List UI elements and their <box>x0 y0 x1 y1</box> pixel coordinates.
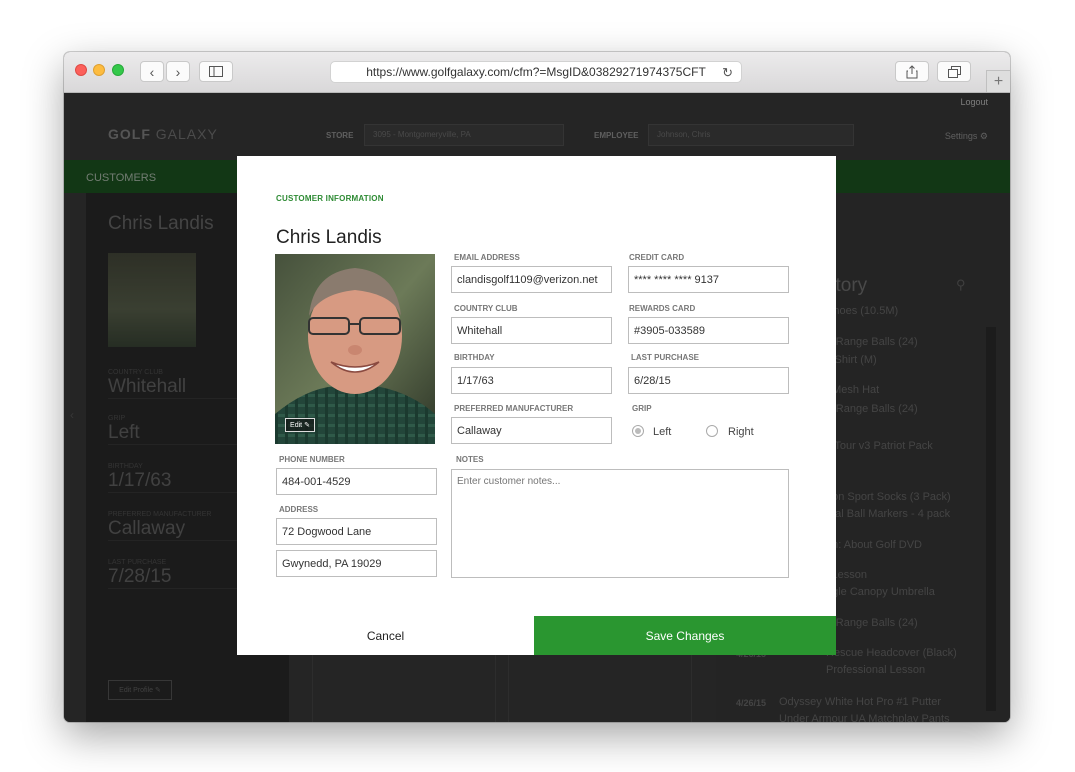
share-icon <box>906 64 918 78</box>
new-tab-button[interactable]: + <box>986 70 1010 92</box>
share-button[interactable] <box>895 61 929 82</box>
pencil-icon: ✎ <box>304 422 310 429</box>
grip-label: GRIP <box>632 404 652 413</box>
tabs-icon <box>947 65 961 78</box>
tabs-button[interactable] <box>937 61 971 82</box>
reload-icon[interactable]: ↻ <box>722 65 733 81</box>
address-label: ADDRESS <box>279 505 319 514</box>
sidebar-icon <box>209 66 223 77</box>
section-title: CUSTOMER INFORMATION <box>276 194 384 203</box>
forward-button[interactable]: › <box>166 61 190 82</box>
phone-field[interactable]: 484-001-4529 <box>276 468 437 495</box>
country-club-label: COUNTRY CLUB <box>454 304 518 313</box>
rewards-card-field[interactable]: #3905-033589 <box>628 317 789 344</box>
customer-photo: Edit ✎ <box>275 254 435 444</box>
save-changes-button[interactable]: Save Changes <box>534 616 836 655</box>
notes-textarea[interactable] <box>451 469 789 578</box>
last-purchase-field[interactable]: 6/28/15 <box>628 367 789 394</box>
credit-card-label: CREDIT CARD <box>629 253 685 262</box>
chevron-left-icon: ‹ <box>149 63 155 80</box>
cancel-button[interactable]: Cancel <box>237 616 534 655</box>
url-text: https://www.golfgalaxy.com/cfm?=MsgID&03… <box>366 65 706 79</box>
birthday-field[interactable]: 1/17/63 <box>451 367 612 394</box>
email-label: EMAIL ADDRESS <box>454 253 520 262</box>
minimize-window-button[interactable] <box>93 64 105 76</box>
address-bar[interactable]: https://www.golfgalaxy.com/cfm?=MsgID&03… <box>330 61 742 83</box>
manufacturer-label: PREFERRED MANUFACTURER <box>454 404 574 413</box>
last-purchase-label: LAST PURCHASE <box>631 353 700 362</box>
browser-window: ‹ › https://www.golfgalaxy.com/cfm?=MsgI… <box>64 52 1010 722</box>
notes-label: NOTES <box>456 455 484 464</box>
birthday-label: BIRTHDAY <box>454 353 495 362</box>
rewards-card-label: REWARDS CARD <box>629 304 696 313</box>
email-field[interactable]: clandisgolf1109@verizon.net <box>451 266 612 293</box>
sidebar-toggle-button[interactable] <box>199 61 233 82</box>
credit-card-field[interactable]: **** **** **** 9137 <box>628 266 789 293</box>
browser-titlebar: ‹ › https://www.golfgalaxy.com/cfm?=MsgI… <box>64 52 1010 93</box>
country-club-field[interactable]: Whitehall <box>451 317 612 344</box>
customer-portrait <box>275 254 435 444</box>
app-page: Logout GOLF GALAXY STORE 3095 - Montgome… <box>64 93 1010 722</box>
manufacturer-field[interactable]: Callaway <box>451 417 612 444</box>
chevron-right-icon: › <box>175 63 181 80</box>
customer-name: Chris Landis <box>276 227 382 248</box>
grip-left-label[interactable]: Left <box>653 426 671 438</box>
address-line1-field[interactable]: 72 Dogwood Lane <box>276 518 437 545</box>
grip-right-radio[interactable] <box>706 425 718 437</box>
address-line2-field[interactable]: Gwynedd, PA 19029 <box>276 550 437 577</box>
edit-photo-button[interactable]: Edit ✎ <box>285 418 315 432</box>
customer-info-modal: CUSTOMER INFORMATION Chris Landis Edit ✎… <box>237 156 836 655</box>
plus-icon: + <box>993 72 1004 90</box>
zoom-window-button[interactable] <box>112 64 124 76</box>
phone-label: PHONE NUMBER <box>279 455 345 464</box>
back-button[interactable]: ‹ <box>140 61 164 82</box>
grip-left-radio[interactable] <box>632 425 644 437</box>
close-window-button[interactable] <box>75 64 87 76</box>
grip-right-label[interactable]: Right <box>728 426 754 438</box>
